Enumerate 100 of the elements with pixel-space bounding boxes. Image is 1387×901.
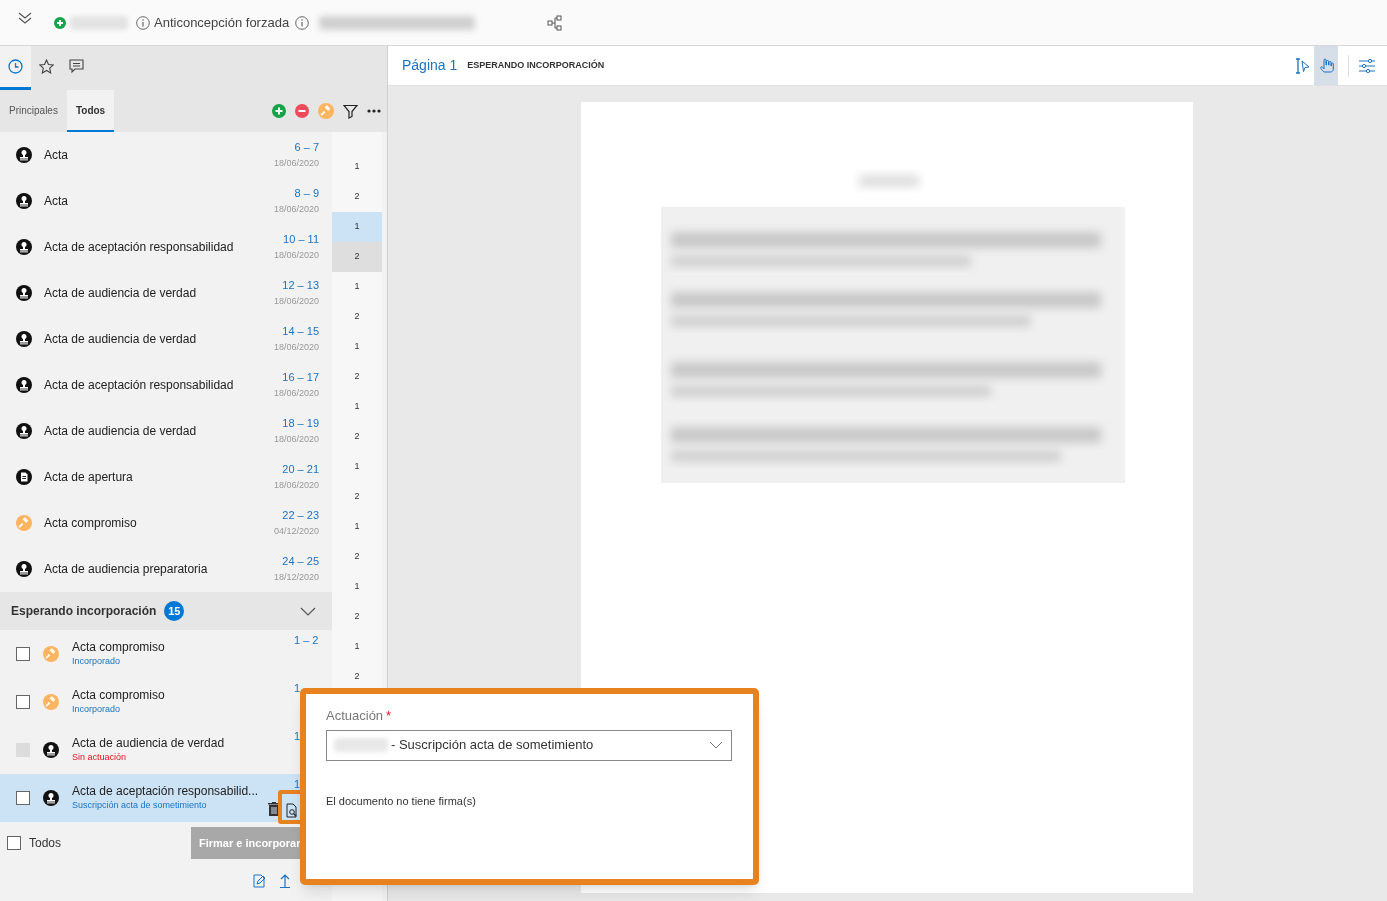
document-date: 18/06/2020 [273,249,319,262]
document-name[interactable]: Acta de audiencia de verdad [44,330,197,348]
page-range: 1 [294,777,301,792]
stamp-icon [16,423,32,439]
page-thumbnail-number[interactable]: 1 [332,272,382,302]
chevron-icon [709,741,723,749]
hierarchy-icon[interactable] [547,14,563,31]
stamp-icon [16,239,32,255]
page-range: 1 – 2 [294,633,319,648]
hand-icon [1318,57,1334,74]
page-range: 18 – 19 [282,416,319,431]
remove-icon[interactable] [295,104,309,118]
add-icon[interactable] [54,16,66,29]
document-name[interactable]: Acta de apertura [44,468,133,486]
stamp-icon [16,331,32,347]
checkbox[interactable] [16,647,30,661]
edit-document-icon[interactable] [253,874,266,888]
double-chevron-icon[interactable] [18,11,32,24]
page-range: 1 [294,729,301,744]
filter-tab[interactable]: Todos [66,90,115,132]
document-date: 18/06/2020 [273,479,319,492]
document-status: Sin actuación [72,751,128,764]
filter-tab[interactable]: Principales [0,90,67,132]
document-icon [16,469,32,485]
document-name[interactable]: Acta compromiso [72,640,165,654]
clock-tab[interactable] [0,46,31,90]
page-range: 1 [294,681,301,696]
document-name[interactable]: Acta de aceptación responsabilidad [44,376,234,394]
filter-icon[interactable] [343,103,358,119]
page-thumbnail-number[interactable]: 2 [332,362,382,392]
list-row[interactable]: Acta compromiso Incorporado [0,630,277,678]
info-message: El documento no tiene firma(s) [326,793,477,809]
page-range: 12 – 13 [282,278,319,293]
add-icon[interactable] [272,104,286,118]
page-thumbnail-number[interactable]: 2 [332,662,382,692]
page-range: 8 – 9 [294,186,319,201]
document-name[interactable]: Acta de audiencia de verdad [44,422,197,440]
document-name[interactable]: Acta [44,192,68,210]
document-date: 18/12/2020 [273,571,319,584]
page-thumbnail-number[interactable]: 2 [332,242,382,272]
page-thumbnail-number[interactable]: 2 [332,482,382,512]
page-thumbnail-number[interactable]: 2 [332,182,382,212]
page-thumbnail-number[interactable]: 2 [332,422,382,452]
page-thumbnail-number[interactable]: 1 [332,332,382,362]
page-range: 22 – 23 [282,508,319,523]
document-name[interactable]: Acta de aceptación responsabilid... [72,784,259,798]
document-search-icon [285,803,297,818]
gavel-icon [43,646,59,662]
info-icon[interactable] [136,15,150,30]
dropdown-field[interactable]: - Suscripción acta de sometimiento [326,729,732,761]
star-icon [38,59,54,74]
page-thumbnail-number[interactable]: 1 [332,572,382,602]
chevron-icon[interactable] [300,606,316,616]
document-date: 18/06/2020 [273,157,319,170]
page-thumbnail-number[interactable]: 2 [332,542,382,572]
dropdown-value: - Suscripción acta de sometimiento [391,736,594,755]
list-row[interactable]: Acta compromiso Incorporado [0,678,277,726]
page-thumbnail-number[interactable]: 1 [332,632,382,662]
stamp-icon [16,561,32,577]
stamp-icon [43,790,59,806]
page-thumbnail-number[interactable]: 1 [332,152,382,182]
gavel-icon [16,515,32,531]
checkbox-label: Todos [29,835,62,852]
page-thumbnail-number[interactable]: 1 [332,392,382,422]
page-range: 14 – 15 [282,324,319,339]
page-thumbnail-number[interactable]: 2 [332,602,382,632]
stamp-icon [16,193,32,209]
comment-icon [68,59,84,74]
document-name[interactable]: Acta de audiencia preparatoria [44,560,208,578]
info-icon[interactable] [295,15,310,30]
checkbox[interactable] [7,836,21,850]
document-name[interactable]: Acta compromiso [44,514,137,532]
page-thumbnail-number[interactable]: 2 [332,302,382,332]
clock-icon [8,59,23,74]
document-name[interactable]: Acta de aceptación responsabilidad [44,238,234,256]
document-status: Incorporado [72,703,122,716]
count-badge: 15 [164,601,185,621]
document-date: 18/06/2020 [273,387,319,400]
checkbox[interactable] [16,695,30,709]
document-date: 18/06/2020 [273,433,319,446]
document-status: Incorporado [72,655,122,668]
page-range: 10 – 11 [283,232,319,247]
case-title: Anticoncepción forzada [154,13,290,32]
upload-icon[interactable] [280,874,290,888]
settings-icon[interactable] [1359,58,1375,73]
document-name[interactable]: Acta compromiso [72,688,165,702]
group-title: Esperando incorporación [11,603,157,620]
more-icon[interactable] [367,109,381,113]
document-name[interactable]: Acta de audiencia de verdad [44,284,197,302]
page-range: 16 – 17 [282,370,319,385]
hand-tool[interactable] [1314,46,1338,85]
page-label: Página 1 [402,56,458,75]
page-thumbnail-number[interactable]: 1 [332,212,382,242]
document-date: 18/06/2020 [273,295,319,308]
page-thumbnail-number[interactable]: 1 [332,452,382,482]
page-thumbnail-number[interactable]: 1 [332,512,382,542]
document-name[interactable]: Acta [44,146,68,164]
document-status: Suscripción acta de sometimiento [72,799,208,812]
checkbox[interactable] [16,791,30,805]
group-header[interactable]: Esperando incorporación 15 [0,592,332,630]
